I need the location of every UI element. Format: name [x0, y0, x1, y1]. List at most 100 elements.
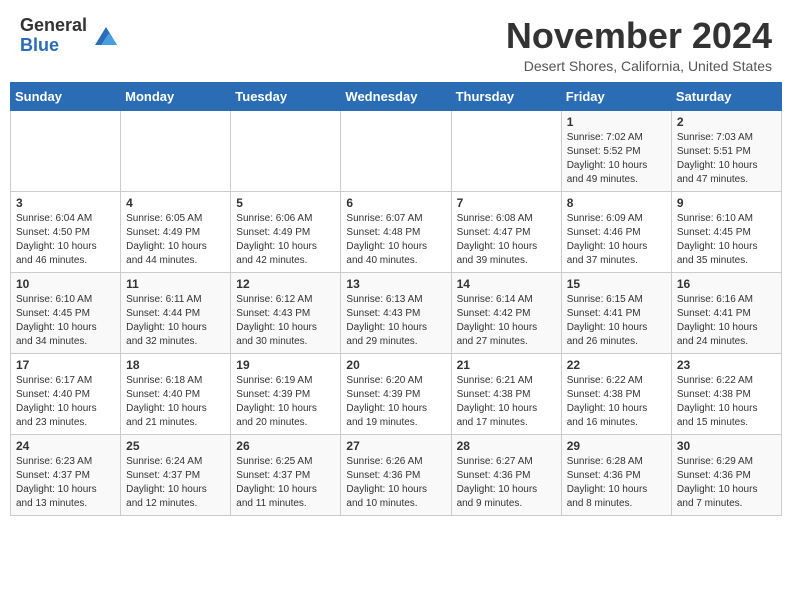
calendar-day-cell: 18Sunrise: 6:18 AM Sunset: 4:40 PM Dayli… — [121, 353, 231, 434]
day-info: Sunrise: 6:26 AM Sunset: 4:36 PM Dayligh… — [346, 455, 445, 511]
day-info: Sunrise: 6:24 AM Sunset: 4:37 PM Dayligh… — [126, 455, 225, 511]
day-info: Sunrise: 6:29 AM Sunset: 4:36 PM Dayligh… — [677, 455, 776, 511]
day-of-week-header: Thursday — [451, 82, 561, 110]
calendar-week-row: 10 Sunrise: 6:10 AM Sunset: 4:45 PM Dayli… — [11, 272, 782, 353]
day-number: 17 — [16, 358, 115, 372]
calendar-day-cell: 22 Sunrise: 6:22 AM Sunset: 4:38 PM Dayli… — [561, 353, 671, 434]
calendar-day-cell: 26 Sunrise: 6:25 AM Sunset: 4:37 PM Dayli… — [231, 434, 341, 515]
day-number: 22 — [567, 358, 666, 372]
day-number: 2 — [677, 115, 776, 129]
calendar-day-cell: 19 Sunrise: 6:19 AM Sunset: 4:39 PM Dayli… — [231, 353, 341, 434]
calendar-week-row: 1Sunrise: 7:02 AM Sunset: 5:52 PM Daylig… — [11, 110, 782, 191]
calendar-day-cell: 11 Sunrise: 6:11 AM Sunset: 4:44 PM Dayli… — [121, 272, 231, 353]
calendar-day-cell: 1Sunrise: 7:02 AM Sunset: 5:52 PM Daylig… — [561, 110, 671, 191]
calendar-header: SundayMondayTuesdayWednesdayThursdayFrid… — [11, 82, 782, 110]
calendar-day-cell: 27 Sunrise: 6:26 AM Sunset: 4:36 PM Dayli… — [341, 434, 451, 515]
day-of-week-header: Wednesday — [341, 82, 451, 110]
day-info: Sunrise: 6:16 AM Sunset: 4:41 PM Dayligh… — [677, 293, 776, 349]
calendar-day-cell: 16Sunrise: 6:16 AM Sunset: 4:41 PM Dayli… — [671, 272, 781, 353]
day-info: Sunrise: 6:09 AM Sunset: 4:46 PM Dayligh… — [567, 212, 666, 268]
calendar-day-cell: 25 Sunrise: 6:24 AM Sunset: 4:37 PM Dayli… — [121, 434, 231, 515]
day-info: Sunrise: 6:22 AM Sunset: 4:38 PM Dayligh… — [677, 374, 776, 430]
calendar-day-cell: 28 Sunrise: 6:27 AM Sunset: 4:36 PM Dayli… — [451, 434, 561, 515]
day-info: Sunrise: 6:17 AM Sunset: 4:40 PM Dayligh… — [16, 374, 115, 430]
calendar-day-cell: 20 Sunrise: 6:20 AM Sunset: 4:39 PM Dayli… — [341, 353, 451, 434]
day-number: 19 — [236, 358, 335, 372]
calendar-week-row: 17 Sunrise: 6:17 AM Sunset: 4:40 PM Dayli… — [11, 353, 782, 434]
calendar-day-cell — [341, 110, 451, 191]
day-info: Sunrise: 6:14 AM Sunset: 4:42 PM Dayligh… — [457, 293, 556, 349]
day-of-week-header: Monday — [121, 82, 231, 110]
logo: General Blue — [20, 16, 121, 56]
day-number: 13 — [346, 277, 445, 291]
day-number: 11 — [126, 277, 225, 291]
day-info: Sunrise: 6:05 AM Sunset: 4:49 PM Dayligh… — [126, 212, 225, 268]
page-header: General Blue November 2024 Desert Shores… — [0, 0, 792, 82]
day-number: 27 — [346, 439, 445, 453]
calendar-day-cell — [451, 110, 561, 191]
day-number: 25 — [126, 439, 225, 453]
day-info: Sunrise: 6:28 AM Sunset: 4:36 PM Dayligh… — [567, 455, 666, 511]
day-number: 12 — [236, 277, 335, 291]
calendar-day-cell: 15 Sunrise: 6:15 AM Sunset: 4:41 PM Dayli… — [561, 272, 671, 353]
day-info: Sunrise: 6:10 AM Sunset: 4:45 PM Dayligh… — [16, 293, 115, 349]
logo-blue-text: Blue — [20, 36, 87, 56]
calendar-day-cell: 9 Sunrise: 6:10 AM Sunset: 4:45 PM Daylig… — [671, 191, 781, 272]
day-info: Sunrise: 6:21 AM Sunset: 4:38 PM Dayligh… — [457, 374, 556, 430]
calendar-week-row: 3 Sunrise: 6:04 AM Sunset: 4:50 PM Daylig… — [11, 191, 782, 272]
calendar-day-cell — [231, 110, 341, 191]
day-number: 18 — [126, 358, 225, 372]
day-info: Sunrise: 6:07 AM Sunset: 4:48 PM Dayligh… — [346, 212, 445, 268]
day-info: Sunrise: 6:19 AM Sunset: 4:39 PM Dayligh… — [236, 374, 335, 430]
day-of-week-header: Friday — [561, 82, 671, 110]
day-number: 8 — [567, 196, 666, 210]
day-info: Sunrise: 6:11 AM Sunset: 4:44 PM Dayligh… — [126, 293, 225, 349]
calendar-day-cell: 24 Sunrise: 6:23 AM Sunset: 4:37 PM Dayli… — [11, 434, 121, 515]
day-info: Sunrise: 6:22 AM Sunset: 4:38 PM Dayligh… — [567, 374, 666, 430]
calendar-day-cell: 10 Sunrise: 6:10 AM Sunset: 4:45 PM Dayli… — [11, 272, 121, 353]
day-info: Sunrise: 6:27 AM Sunset: 4:36 PM Dayligh… — [457, 455, 556, 511]
calendar-day-cell: 7Sunrise: 6:08 AM Sunset: 4:47 PM Daylig… — [451, 191, 561, 272]
day-number: 26 — [236, 439, 335, 453]
month-title: November 2024 — [506, 16, 772, 56]
calendar-day-cell: 5Sunrise: 6:06 AM Sunset: 4:49 PM Daylig… — [231, 191, 341, 272]
day-number: 6 — [346, 196, 445, 210]
day-number: 3 — [16, 196, 115, 210]
calendar-day-cell: 3 Sunrise: 6:04 AM Sunset: 4:50 PM Daylig… — [11, 191, 121, 272]
calendar-week-row: 24 Sunrise: 6:23 AM Sunset: 4:37 PM Dayli… — [11, 434, 782, 515]
calendar-day-cell: 29 Sunrise: 6:28 AM Sunset: 4:36 PM Dayli… — [561, 434, 671, 515]
day-info: Sunrise: 6:12 AM Sunset: 4:43 PM Dayligh… — [236, 293, 335, 349]
day-info: Sunrise: 7:03 AM Sunset: 5:51 PM Dayligh… — [677, 131, 776, 187]
calendar-day-cell — [121, 110, 231, 191]
location-subtitle: Desert Shores, California, United States — [506, 58, 772, 74]
day-info: Sunrise: 6:10 AM Sunset: 4:45 PM Dayligh… — [677, 212, 776, 268]
day-number: 20 — [346, 358, 445, 372]
calendar-day-cell: 30 Sunrise: 6:29 AM Sunset: 4:36 PM Dayli… — [671, 434, 781, 515]
day-number: 23 — [677, 358, 776, 372]
day-info: Sunrise: 6:23 AM Sunset: 4:37 PM Dayligh… — [16, 455, 115, 511]
calendar-day-cell: 12 Sunrise: 6:12 AM Sunset: 4:43 PM Dayli… — [231, 272, 341, 353]
calendar-day-cell: 21 Sunrise: 6:21 AM Sunset: 4:38 PM Dayli… — [451, 353, 561, 434]
day-number: 28 — [457, 439, 556, 453]
day-info: Sunrise: 6:04 AM Sunset: 4:50 PM Dayligh… — [16, 212, 115, 268]
calendar-table: SundayMondayTuesdayWednesdayThursdayFrid… — [10, 82, 782, 516]
title-block: November 2024 Desert Shores, California,… — [506, 16, 772, 74]
day-of-week-header: Saturday — [671, 82, 781, 110]
day-number: 24 — [16, 439, 115, 453]
day-number: 21 — [457, 358, 556, 372]
calendar-day-cell: 23 Sunrise: 6:22 AM Sunset: 4:38 PM Dayli… — [671, 353, 781, 434]
day-info: Sunrise: 6:08 AM Sunset: 4:47 PM Dayligh… — [457, 212, 556, 268]
calendar-day-cell: 14Sunrise: 6:14 AM Sunset: 4:42 PM Dayli… — [451, 272, 561, 353]
day-number: 30 — [677, 439, 776, 453]
day-number: 10 — [16, 277, 115, 291]
day-info: Sunrise: 6:15 AM Sunset: 4:41 PM Dayligh… — [567, 293, 666, 349]
day-number: 15 — [567, 277, 666, 291]
day-number: 9 — [677, 196, 776, 210]
day-number: 29 — [567, 439, 666, 453]
calendar-day-cell: 8 Sunrise: 6:09 AM Sunset: 4:46 PM Daylig… — [561, 191, 671, 272]
logo-icon — [91, 21, 121, 51]
day-info: Sunrise: 6:20 AM Sunset: 4:39 PM Dayligh… — [346, 374, 445, 430]
day-of-week-header: Sunday — [11, 82, 121, 110]
day-info: Sunrise: 6:25 AM Sunset: 4:37 PM Dayligh… — [236, 455, 335, 511]
calendar-day-cell: 2 Sunrise: 7:03 AM Sunset: 5:51 PM Daylig… — [671, 110, 781, 191]
